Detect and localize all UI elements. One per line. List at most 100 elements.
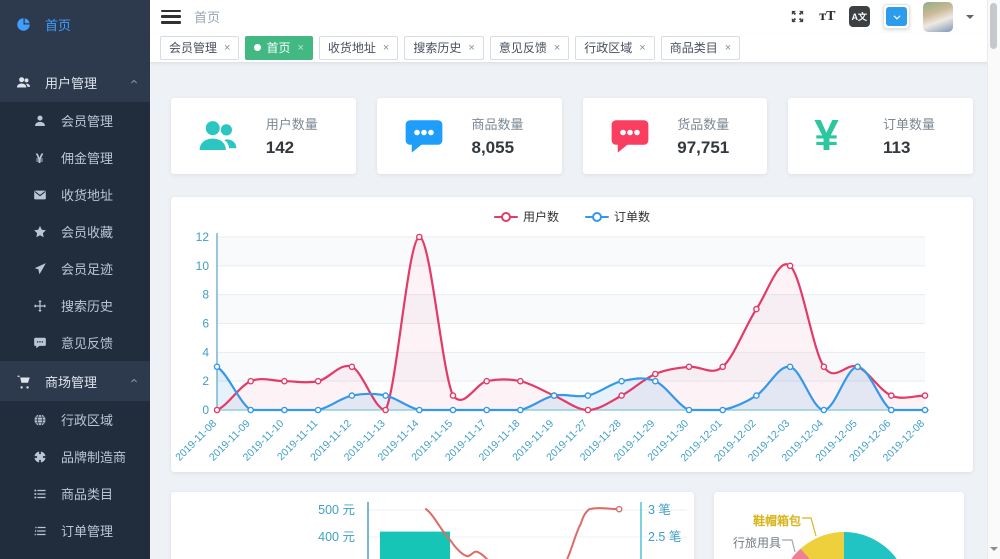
fullscreen-icon[interactable] — [789, 8, 806, 25]
sidebar-item-label: 收货地址 — [61, 185, 113, 204]
user-icon — [33, 114, 47, 128]
sidebar-item-label: 佣金管理 — [61, 148, 113, 167]
sidebar-item-mall-management[interactable]: 商场管理 — [0, 361, 150, 401]
page-scrollbar[interactable] — [987, 0, 1000, 559]
tags-view-bar: 会员管理×首页×收货地址×搜索历史×意见反馈×行政区域×商品类目× — [150, 33, 1000, 63]
sidebar-submenu-mall-management: 行政区域品牌制造商商品类目订单管理通用问题 — [0, 401, 150, 559]
sidebar-item-commission-management[interactable]: ¥佣金管理 — [0, 139, 150, 176]
sidebar-item-label: 商场管理 — [45, 372, 97, 391]
topbar-tools: тT A文 — [789, 2, 974, 32]
tab-label: 行政区域 — [584, 39, 632, 56]
sidebar-item-shipping-address[interactable]: 收货地址 — [0, 176, 150, 213]
svg-text:10: 10 — [196, 259, 210, 273]
sidebar-item-label: 会员足迹 — [61, 259, 113, 278]
sidebar-item-member-favorites[interactable]: 会员收藏 — [0, 213, 150, 250]
sidebar-item-label: 品牌制造商 — [61, 447, 126, 466]
svg-text:400 元: 400 元 — [318, 530, 355, 544]
tab-search-history[interactable]: 搜索历史× — [404, 36, 483, 60]
sidebar-item-label: 商品类目 — [61, 484, 113, 503]
active-dot-icon — [254, 44, 261, 51]
tab-label: 商品类目 — [670, 39, 718, 56]
tab-close-icon[interactable]: × — [639, 42, 645, 54]
svg-text:2.5 笔: 2.5 笔 — [648, 529, 681, 544]
sidebar-item-home[interactable]: 首页 — [0, 4, 150, 44]
stat-card-goods-count: 货品数量 97,751 — [583, 98, 768, 174]
users-icon — [197, 115, 239, 157]
tab-label: 会员管理 — [169, 39, 217, 56]
tab-member-management[interactable]: 会员管理 × — [160, 36, 239, 60]
sidebar-item-user-management[interactable]: 用户管理 — [0, 62, 150, 102]
sidebar-item-common-questions[interactable]: 通用问题 — [0, 549, 150, 559]
sidebar-item-search-history[interactable]: 搜索历史 — [0, 287, 150, 324]
tab-close-icon[interactable]: × — [725, 42, 731, 54]
stat-label: 商品数量 — [471, 114, 523, 133]
legend-item-用户数[interactable]: 用户数 — [494, 208, 559, 225]
stat-value: 142 — [266, 138, 318, 158]
stat-card-order-count: ¥订单数量113 — [788, 98, 973, 174]
legend-item-订单数[interactable]: 订单数 — [585, 208, 650, 225]
legend-marker-icon — [585, 216, 609, 218]
legend-label: 订单数 — [614, 208, 650, 225]
sidebar-item-member-footprints[interactable]: 会员足迹 — [0, 250, 150, 287]
content-area: 用户数量142商品数量8,055货品数量97,751¥订单数量113 用户数订单… — [150, 63, 1000, 559]
globe-icon — [33, 413, 47, 427]
sidebar-item-administrative-region[interactable]: 行政区域 — [0, 401, 150, 438]
tab-close-icon[interactable]: × — [224, 42, 230, 54]
sidebar-item-label: 会员收藏 — [61, 222, 113, 241]
topbar: 首页 тT A文 — [150, 0, 1000, 33]
stat-card-product-count: 商品数量 8,055 — [377, 98, 562, 174]
main-column: 首页 тT A文 会员管理×首页×收货地址×搜索历史×意见反馈×行政区域×商品类… — [150, 0, 1000, 559]
tab-close-icon[interactable]: × — [383, 42, 389, 54]
sidebar-item-feedback[interactable]: 意见反馈 — [0, 324, 150, 361]
comment-icon — [33, 336, 47, 350]
tab-label: 首页 — [266, 39, 290, 56]
svg-text:6: 6 — [202, 317, 209, 331]
tab-close-icon[interactable]: × — [297, 42, 303, 54]
tab-feedback[interactable]: 意见反馈 × — [490, 36, 569, 60]
sidebar-item-order-management[interactable]: 订单管理 — [0, 512, 150, 549]
stat-value: 97,751 — [677, 138, 729, 158]
sidebar-item-member-management[interactable]: 会员管理 — [0, 102, 150, 139]
user-order-trend-chart: 用户数订单数 0246810122019-11-082019-11-092019… — [171, 197, 973, 472]
chat-bubble-icon — [609, 115, 651, 157]
scrollbar-down-icon[interactable] — [990, 547, 998, 555]
sidebar-item-product-category[interactable]: 商品类目 — [0, 475, 150, 512]
tab-close-icon[interactable]: × — [468, 42, 474, 54]
breadcrumb: 首页 — [194, 7, 220, 26]
bottom-row: 500 元400 元3 笔2.5 笔 鞋帽箱包行旅用具 — [171, 492, 973, 559]
avatar-caret-icon[interactable] — [966, 15, 974, 23]
stat-label: 订单数量 — [883, 114, 935, 133]
tab-shipping-address[interactable]: 收货地址× — [319, 36, 398, 60]
tab-label: 意见反馈 — [499, 39, 547, 56]
tab-home[interactable]: 首页 × — [245, 36, 312, 60]
envelope-icon — [33, 188, 47, 202]
legend-label: 用户数 — [523, 208, 559, 225]
category-pie-chart: 鞋帽箱包行旅用具 — [714, 492, 964, 559]
chevron-down-icon — [886, 7, 907, 26]
expand-icon — [789, 8, 806, 25]
tab-product-category[interactable]: 商品类目 × — [661, 36, 740, 60]
translate-icon[interactable]: A文 — [849, 6, 871, 27]
stat-value: 113 — [883, 138, 935, 158]
svg-text:0: 0 — [202, 403, 209, 417]
admin-dashboard: 首页用户管理会员管理¥佣金管理收货地址会员收藏会员足迹搜索历史意见反馈商场管理行… — [0, 0, 1000, 559]
stat-card-user-count: 用户数量142 — [171, 98, 356, 174]
theme-dropdown-button[interactable] — [883, 4, 910, 29]
stat-label: 货品数量 — [677, 114, 729, 133]
legend-marker-icon — [494, 216, 518, 218]
sidebar-item-label: 搜索历史 — [61, 296, 113, 315]
hamburger-menu-icon[interactable] — [161, 10, 181, 24]
svg-text:8: 8 — [202, 288, 209, 302]
sidebar-item-brand-manufacturer[interactable]: 品牌制造商 — [0, 438, 150, 475]
stat-value: 8,055 — [471, 138, 523, 158]
font-size-icon[interactable]: тT — [819, 9, 835, 25]
paper-plane-icon — [33, 262, 47, 276]
tab-close-icon[interactable]: × — [554, 42, 560, 54]
list-icon — [33, 487, 47, 501]
tab-administrative-region[interactable]: 行政区域 × — [575, 36, 654, 60]
sidebar-item-label: 意见反馈 — [61, 333, 113, 352]
scrollbar-thumb[interactable] — [990, 3, 997, 49]
avatar[interactable] — [923, 2, 953, 32]
pie-label: 鞋帽箱包 — [753, 512, 801, 529]
sales-amount-chart: 500 元400 元3 笔2.5 笔 — [171, 492, 694, 559]
